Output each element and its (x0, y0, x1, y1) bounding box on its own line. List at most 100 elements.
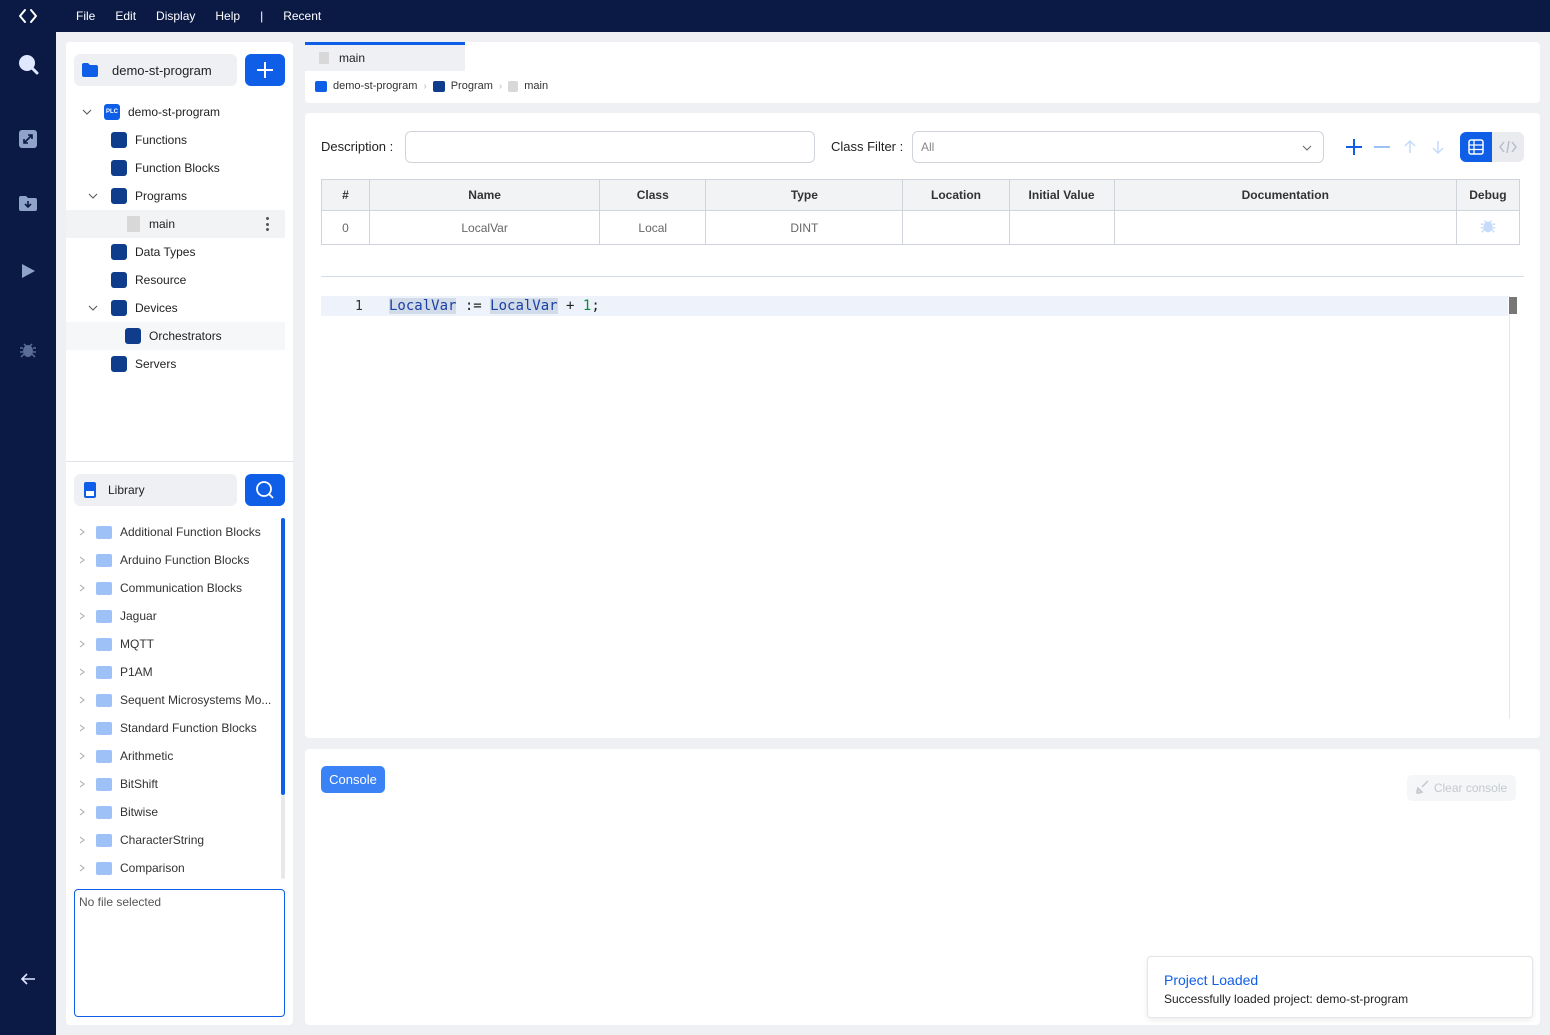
zoom-expand-icon[interactable] (16, 127, 40, 151)
file-drop-area[interactable]: No file selected (74, 889, 285, 1017)
library-scrollbar-track[interactable] (281, 795, 285, 879)
library-item[interactable]: MQTT (78, 630, 154, 658)
tree-item-servers[interactable]: Servers (111, 350, 176, 378)
project-selector[interactable]: demo-st-program (74, 54, 237, 86)
folder-icon (96, 609, 112, 623)
notification-toast[interactable]: Project Loaded Successfully loaded proje… (1147, 956, 1533, 1018)
file-icon (319, 52, 329, 64)
cell-location[interactable] (902, 210, 1010, 245)
cell-name[interactable]: LocalVar (369, 210, 601, 245)
library-item[interactable]: Additional Function Blocks (78, 518, 261, 546)
code-view-icon[interactable] (1492, 132, 1524, 162)
library-item[interactable]: Communication Blocks (78, 574, 242, 602)
table-header-row: # Name Class Type Location Initial Value… (320, 179, 1521, 211)
move-down-icon[interactable] (1426, 135, 1450, 159)
library-item[interactable]: Sequent Microsystems Mo... (78, 686, 271, 714)
library-item[interactable]: Comparison (78, 854, 185, 882)
description-input[interactable] (405, 131, 815, 163)
library-item[interactable]: CharacterString (78, 826, 204, 854)
orchestrators-icon (125, 328, 141, 344)
chevron-down-icon[interactable] (88, 191, 98, 201)
cell-documentation[interactable] (1113, 210, 1457, 245)
library-item[interactable]: Standard Function Blocks (78, 714, 257, 742)
code-token-var: LocalVar (490, 298, 558, 314)
breadcrumb-file[interactable]: main (524, 80, 548, 92)
table-row[interactable]: 0 LocalVar Local DINT (320, 210, 1521, 245)
column-header-documentation[interactable]: Documentation (1113, 179, 1457, 211)
tree-item-orchestrators[interactable]: Orchestrators (66, 322, 285, 350)
add-button[interactable] (245, 54, 285, 86)
programs-icon (111, 188, 127, 204)
class-filter-select[interactable]: All (912, 131, 1324, 163)
column-header-location[interactable]: Location (902, 179, 1010, 211)
library-search-button[interactable] (245, 474, 285, 506)
cell-class[interactable]: Local (599, 210, 707, 245)
menu-help[interactable]: Help (215, 9, 240, 23)
clear-console-button[interactable]: Clear console (1407, 775, 1516, 801)
breadcrumb-project[interactable]: demo-st-program (333, 80, 417, 92)
more-options-icon[interactable] (265, 217, 269, 231)
cell-type[interactable]: DINT (705, 210, 904, 245)
chevron-right-icon (79, 752, 85, 760)
library-item[interactable]: P1AM (78, 658, 153, 686)
library-item-label: Bitwise (120, 805, 159, 819)
folder-icon (96, 805, 112, 819)
editor-scrollbar-thumb[interactable] (1509, 297, 1517, 314)
move-up-icon[interactable] (1398, 135, 1422, 159)
console-tab-button[interactable]: Console (321, 766, 385, 793)
search-icon[interactable] (16, 52, 40, 76)
data-types-icon (111, 244, 127, 260)
devices-icon (111, 300, 127, 316)
library-item-label: Standard Function Blocks (120, 721, 257, 735)
tab-main[interactable]: main (305, 42, 465, 71)
menu-edit[interactable]: Edit (115, 9, 136, 23)
tree-item-functions[interactable]: Functions (111, 126, 187, 154)
cell-debug[interactable] (1455, 210, 1521, 245)
remove-row-icon[interactable] (1370, 135, 1394, 159)
library-item[interactable]: Jaguar (78, 602, 157, 630)
tree-item-function-blocks[interactable]: Function Blocks (111, 154, 220, 182)
menu-recent[interactable]: Recent (283, 9, 321, 23)
debug-bug-icon[interactable] (1479, 217, 1497, 235)
library-item[interactable]: Arithmetic (78, 742, 173, 770)
toast-title: Project Loaded (1164, 972, 1259, 988)
tree-root[interactable]: PLC demo-st-program (82, 98, 220, 126)
chevron-down-icon[interactable] (88, 303, 98, 313)
download-icon[interactable] (16, 191, 40, 215)
editor-divider[interactable] (321, 276, 1524, 277)
add-row-icon[interactable] (1342, 135, 1366, 159)
column-header-name[interactable]: Name (369, 179, 601, 211)
tree-item-devices[interactable]: Devices (88, 294, 178, 322)
tree-item-resource[interactable]: Resource (111, 266, 186, 294)
debug-bug-icon[interactable] (16, 338, 40, 362)
code-logo-icon[interactable] (18, 7, 38, 25)
column-header-type[interactable]: Type (705, 179, 904, 211)
menu-display[interactable]: Display (156, 9, 195, 23)
library-item-label: Comparison (120, 861, 185, 875)
collapse-arrow-icon[interactable] (16, 967, 40, 991)
column-header-initial-value[interactable]: Initial Value (1008, 179, 1115, 211)
library-item[interactable]: BitShift (78, 770, 158, 798)
folder-icon (96, 721, 112, 735)
library-item[interactable]: Bitwise (78, 798, 158, 826)
menu-file[interactable]: File (76, 9, 95, 23)
library-item[interactable]: Arduino Function Blocks (78, 546, 249, 574)
panel-divider[interactable] (66, 461, 293, 462)
editor-scrollbar-track[interactable] (1509, 296, 1510, 719)
library-scrollbar-thumb[interactable] (281, 518, 285, 795)
class-filter-value: All (921, 140, 935, 154)
chevron-right-icon (79, 640, 85, 648)
column-header-debug[interactable]: Debug (1455, 179, 1521, 211)
column-header-class[interactable]: Class (599, 179, 707, 211)
tree-item-main[interactable]: main (66, 210, 285, 238)
tree-item-programs[interactable]: Programs (88, 182, 187, 210)
code-editor[interactable]: LocalVar := LocalVar + 1; (389, 298, 600, 314)
column-header-index[interactable]: # (320, 179, 371, 211)
tree-item-data-types[interactable]: Data Types (111, 238, 195, 266)
breadcrumb-section[interactable]: Program (451, 80, 493, 92)
chevron-down-icon[interactable] (82, 107, 92, 117)
cell-initial-value[interactable] (1008, 210, 1115, 245)
library-selector[interactable]: Library (74, 474, 237, 506)
table-view-icon[interactable] (1460, 132, 1492, 162)
play-icon[interactable] (16, 259, 40, 283)
